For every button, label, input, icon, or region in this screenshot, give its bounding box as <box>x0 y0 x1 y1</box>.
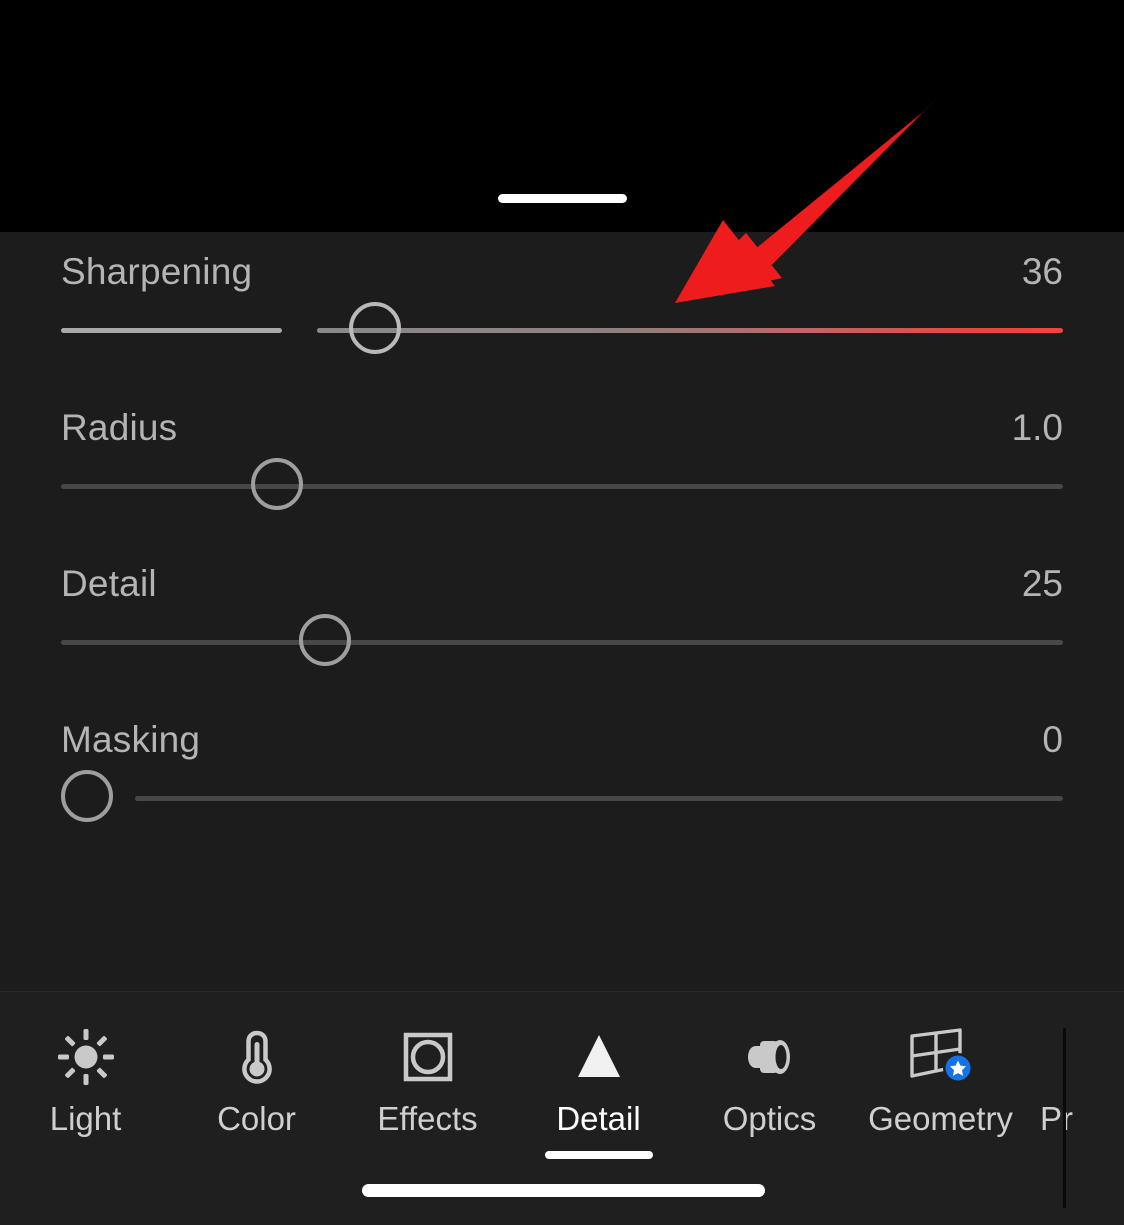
photo-preview-area[interactable] <box>0 0 1124 232</box>
tab-effects[interactable]: Effects <box>342 1024 513 1159</box>
lightroom-editor-screen: Sharpening 36 Radius 1.0 Detail 25 Maski… <box>0 0 1124 1225</box>
square-circle-icon <box>398 1024 458 1090</box>
tab-underline <box>203 1151 311 1159</box>
slider-track-detail[interactable] <box>61 614 1063 674</box>
lens-icon <box>740 1024 800 1090</box>
slider-label-masking: Masking <box>61 718 201 760</box>
slider-value-masking: 0 <box>1042 718 1063 760</box>
slider-track-fill-left <box>61 328 282 333</box>
slider-header: Sharpening 36 <box>61 232 1063 310</box>
tab-label-color: Color <box>217 1100 296 1137</box>
slider-header: Masking 0 <box>61 700 1063 778</box>
tab-underline <box>716 1151 824 1159</box>
detail-adjustment-panel: Sharpening 36 Radius 1.0 Detail 25 Maski… <box>0 232 1124 992</box>
tab-color[interactable]: Color <box>171 1024 342 1159</box>
slider-row-masking[interactable]: Masking 0 <box>0 700 1124 856</box>
tab-label-geometry: Geometry <box>868 1100 1013 1137</box>
bottom-sheet-grabber[interactable] <box>498 194 627 203</box>
tab-underline-active <box>544 1151 653 1159</box>
slider-knob-sharpening[interactable] <box>349 302 401 354</box>
tab-label-detail: Detail <box>556 1100 641 1137</box>
edit-tool-tabbar[interactable]: Light Color Effects Detail Optics Geomet… <box>0 992 1124 1225</box>
slider-track-sharpening[interactable] <box>61 302 1063 362</box>
slider-row-radius[interactable]: Radius 1.0 <box>0 388 1124 544</box>
slider-label-detail: Detail <box>61 562 157 604</box>
tabbar-divider <box>1063 1028 1066 1208</box>
slider-track-base <box>135 796 1063 801</box>
tab-optics[interactable]: Optics <box>684 1024 855 1159</box>
slider-track-base <box>61 484 1063 489</box>
tab-underline <box>32 1151 140 1159</box>
slider-value-sharpening: 36 <box>1021 250 1063 292</box>
tab-light[interactable]: Light <box>0 1024 171 1159</box>
slider-knob-radius[interactable] <box>251 458 303 510</box>
perspective-grid-icon <box>904 1024 978 1090</box>
sun-icon <box>56 1024 116 1090</box>
thermometer-icon <box>227 1024 287 1090</box>
slider-header: Detail 25 <box>61 544 1063 622</box>
slider-track-base <box>61 640 1063 645</box>
slider-value-detail: 25 <box>1021 562 1063 604</box>
slider-track-gradient-right <box>317 328 1063 333</box>
tab-label-optics: Optics <box>722 1100 817 1137</box>
slider-track-radius[interactable] <box>61 458 1063 518</box>
slider-track-masking[interactable] <box>61 770 1063 830</box>
tab-underline <box>887 1151 995 1159</box>
tab-label-presets-partial: Pr <box>1040 1100 1073 1137</box>
slider-header: Radius 1.0 <box>61 388 1063 466</box>
slider-label-radius: Radius <box>61 406 178 448</box>
slider-label-sharpening: Sharpening <box>61 250 253 292</box>
slider-row-detail[interactable]: Detail 25 <box>0 544 1124 700</box>
tab-detail[interactable]: Detail <box>513 1024 684 1159</box>
triangle-icon <box>569 1024 629 1090</box>
slider-value-radius: 1.0 <box>1011 406 1063 448</box>
home-indicator <box>362 1184 765 1197</box>
slider-row-sharpening[interactable]: Sharpening 36 <box>0 232 1124 388</box>
slider-knob-masking[interactable] <box>61 770 113 822</box>
tab-underline <box>374 1151 482 1159</box>
tab-label-light: Light <box>49 1100 122 1137</box>
slider-knob-detail[interactable] <box>299 614 351 666</box>
tab-label-effects: Effects <box>377 1100 478 1137</box>
tab-geometry[interactable]: Geometry <box>855 1024 1026 1159</box>
